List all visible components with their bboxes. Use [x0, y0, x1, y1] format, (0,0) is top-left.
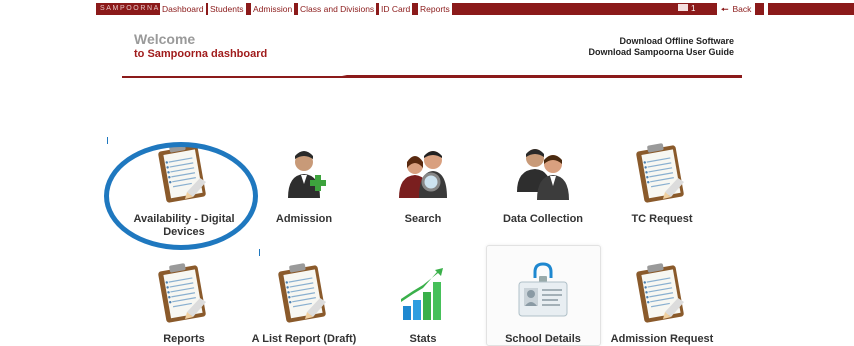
- clipboard-icon: [277, 262, 327, 324]
- download-offline-software-link[interactable]: Download Offline Software: [588, 36, 734, 47]
- tile-label: School Details: [505, 333, 581, 345]
- tile-admission-request[interactable]: Admission Request: [607, 262, 717, 346]
- brand-logo: SAMPOORNA: [100, 5, 160, 12]
- tile-label: TC Request: [631, 213, 693, 225]
- mail-notification[interactable]: 1: [678, 3, 695, 15]
- nav-class-divisions[interactable]: Class and Divisions: [298, 3, 377, 15]
- nav-students[interactable]: Students: [208, 3, 246, 15]
- nav-dashboard[interactable]: Dashboard: [160, 3, 206, 15]
- tile-search[interactable]: Search: [368, 142, 478, 226]
- top-navbar: SAMPOORNA Dashboard Students Admission C…: [0, 0, 854, 16]
- user-search-icon: [399, 151, 447, 198]
- tile-a-list-report[interactable]: A List Report (Draft): [249, 262, 359, 346]
- tile-label: Admission: [275, 213, 333, 225]
- arrow-left-icon: 🠔: [721, 4, 729, 14]
- welcome-subtitle: to Sampoorna dashboard: [134, 48, 268, 60]
- tile-reports[interactable]: Reports: [129, 262, 239, 346]
- envelope-icon: [678, 4, 688, 12]
- nav-id-card[interactable]: ID Card: [379, 3, 413, 15]
- tile-label: Admission Request: [610, 333, 714, 345]
- add-user-icon: [288, 151, 326, 198]
- clipboard-icon: [157, 262, 207, 324]
- tile-tc-request[interactable]: TC Request: [607, 142, 717, 226]
- tile-stats[interactable]: Stats: [368, 262, 478, 346]
- tile-label: Reports: [163, 333, 205, 345]
- back-label: Back: [732, 4, 752, 14]
- tile-label: Search: [404, 213, 442, 225]
- mail-count: 1: [691, 4, 696, 13]
- annotation-mark: [107, 137, 108, 144]
- tile-label: A List Report (Draft): [251, 333, 357, 345]
- header-divider: [122, 75, 742, 78]
- tile-label: Data Collection: [502, 213, 584, 225]
- id-card-icon: [518, 262, 568, 317]
- annotation-mark: [259, 249, 260, 256]
- clipboard-icon: [635, 142, 685, 204]
- welcome-heading: Welcome: [134, 31, 196, 47]
- tile-label: Stats: [409, 333, 437, 345]
- tile-school-details[interactable]: School Details: [488, 262, 598, 346]
- navbar-background-right: [768, 3, 854, 15]
- clipboard-icon: [635, 262, 685, 324]
- annotation-circle: [104, 142, 258, 250]
- nav-reports[interactable]: Reports: [418, 3, 452, 15]
- download-links: Download Offline Software Download Sampo…: [588, 36, 734, 58]
- users-group-icon: [517, 149, 569, 200]
- tile-data-collection[interactable]: Data Collection: [488, 142, 598, 226]
- download-user-guide-link[interactable]: Download Sampoorna User Guide: [588, 47, 734, 58]
- tile-admission[interactable]: Admission: [249, 142, 359, 226]
- bar-chart-icon: [401, 268, 443, 320]
- nav-admission[interactable]: Admission: [251, 3, 295, 15]
- back-button[interactable]: 🠔 Back: [717, 3, 756, 15]
